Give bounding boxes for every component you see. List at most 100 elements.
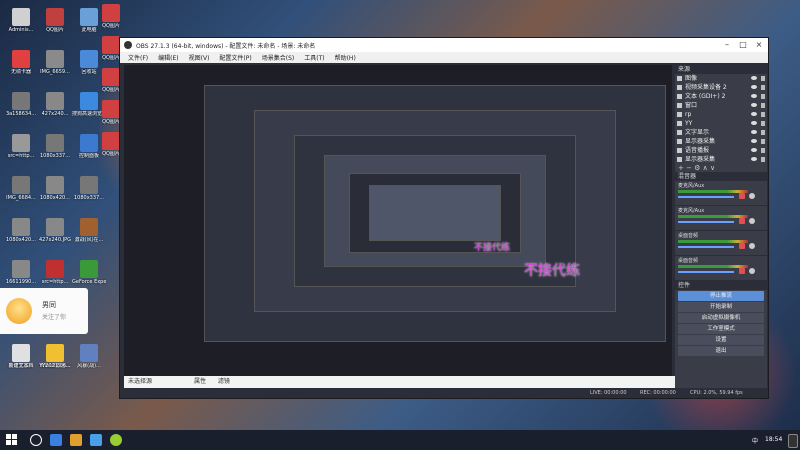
task-view-icon[interactable] — [50, 434, 62, 446]
desktop-icon[interactable]: 风暴(战)... — [72, 344, 106, 369]
controls-list: 停止推流 开始录制 启动虚拟摄像机 工作室模式 设置 退出 — [675, 291, 767, 356]
source-item[interactable]: 窗口 — [675, 101, 767, 110]
control-button[interactable]: 工作室模式 — [678, 324, 764, 334]
source-item[interactable]: rp — [675, 110, 767, 119]
gear-icon[interactable] — [749, 218, 755, 224]
properties-button[interactable]: 属性 — [194, 378, 206, 385]
desktop-icon[interactable]: 1080x337... — [72, 176, 106, 201]
lock-icon[interactable] — [761, 139, 765, 144]
desktop-icon[interactable]: QQ图片 — [94, 4, 128, 29]
mixer-channel: 麦克风/Aux — [675, 206, 767, 231]
control-button[interactable]: 退出 — [678, 346, 764, 356]
close-icon[interactable]: × — [752, 40, 766, 50]
volume-slider[interactable] — [678, 271, 734, 273]
control-button[interactable]: 停止推流 — [678, 291, 764, 301]
eye-icon[interactable] — [751, 148, 757, 152]
lock-icon[interactable] — [761, 148, 765, 153]
eye-icon[interactable] — [751, 85, 757, 89]
gear-icon[interactable] — [749, 243, 755, 249]
desktop-icon[interactable]: Adminis... — [4, 8, 38, 33]
control-button[interactable]: 设置 — [678, 335, 764, 345]
eye-icon[interactable] — [751, 130, 757, 134]
speaker-icon[interactable] — [739, 218, 745, 224]
search-icon[interactable] — [30, 434, 42, 446]
desktop-icon[interactable]: 无绩卡器 — [4, 50, 38, 75]
eye-icon[interactable] — [751, 139, 757, 143]
desktop-icon[interactable]: 3a158634... — [4, 92, 38, 117]
desktop-icon[interactable]: YY2021.06... — [38, 344, 72, 369]
menu-item[interactable]: 文件(F) — [128, 53, 148, 62]
desktop-icon[interactable]: GeForce Experience — [72, 260, 106, 285]
desktop-icon[interactable]: IMG_6659... — [38, 50, 72, 75]
eye-icon[interactable] — [751, 157, 757, 161]
menu-item[interactable]: 视图(V) — [189, 53, 210, 62]
desktop-icon[interactable]: src=http... — [4, 134, 38, 159]
preview-canvas[interactable]: 不接代练 不接代练 — [124, 65, 672, 376]
file-explorer-icon[interactable] — [70, 434, 82, 446]
desktop-icon[interactable]: src=http... — [38, 260, 72, 285]
desktop-icon[interactable]: 16611990... — [4, 260, 38, 285]
source-item[interactable]: 显示器采集 — [675, 137, 767, 146]
speaker-icon[interactable] — [739, 243, 745, 249]
lock-icon[interactable] — [761, 121, 765, 126]
maximize-icon[interactable]: □ — [736, 40, 750, 50]
source-item[interactable]: 显示器采集 — [675, 155, 767, 164]
desktop-icon[interactable]: 1080x337... — [38, 134, 72, 159]
source-item[interactable]: 视频采集设备 2 — [675, 83, 767, 92]
lock-icon[interactable] — [761, 76, 765, 81]
controls-title: 控件 — [675, 281, 767, 290]
lock-icon[interactable] — [761, 94, 765, 99]
lock-icon[interactable] — [761, 85, 765, 90]
clock[interactable]: 18:54 — [765, 436, 782, 443]
desktop-icon[interactable]: QQ图片 — [38, 8, 72, 33]
lock-icon[interactable] — [761, 157, 765, 162]
source-item[interactable]: 图像 — [675, 74, 767, 83]
window-title: OBS 27.1.3 (64-bit, windows) - 配置文件: 未命名… — [136, 43, 316, 50]
menu-item[interactable]: 配置文件(P) — [219, 53, 251, 62]
source-item[interactable]: YY — [675, 119, 767, 128]
desktop-icon-image — [12, 134, 30, 152]
minimize-icon[interactable]: – — [720, 40, 734, 50]
desktop-icon[interactable]: 427x240.JPG — [38, 218, 72, 243]
volume-slider[interactable] — [678, 196, 734, 198]
menu-item[interactable]: 编辑(E) — [158, 53, 178, 62]
windows-start-icon[interactable] — [6, 434, 18, 446]
control-button[interactable]: 启动虚拟摄像机 — [678, 313, 764, 323]
menu-item[interactable]: 场景集合(S) — [262, 53, 295, 62]
eye-icon[interactable] — [751, 76, 757, 80]
filters-button[interactable]: 滤镜 — [218, 378, 230, 385]
source-item[interactable]: 语音播报 — [675, 146, 767, 155]
eye-icon[interactable] — [751, 103, 757, 107]
obs-window[interactable]: OBS 27.1.3 (64-bit, windows) - 配置文件: 未命名… — [119, 37, 769, 399]
source-item[interactable]: 文字显示 — [675, 128, 767, 137]
notification-center-icon[interactable] — [788, 434, 798, 448]
control-button[interactable]: 开始录制 — [678, 302, 764, 312]
sources-toolbar[interactable]: + − ⚙ ∧ ∨ — [675, 164, 767, 172]
speaker-icon[interactable] — [739, 193, 745, 199]
gear-icon[interactable] — [749, 193, 755, 199]
desktop-icon[interactable]: 1080x420... — [38, 176, 72, 201]
browser-icon[interactable] — [90, 434, 102, 446]
menu-item[interactable]: 工具(T) — [304, 53, 324, 62]
volume-slider[interactable] — [678, 221, 734, 223]
desktop-icon[interactable]: IMG_6684... — [4, 176, 38, 201]
desktop-icon[interactable]: 1080x420... — [4, 218, 38, 243]
gear-icon[interactable] — [749, 268, 755, 274]
desktop-icon[interactable]: 427x240... — [38, 92, 72, 117]
eye-icon[interactable] — [751, 94, 757, 98]
source-item[interactable]: 文本 (GDI+) 2 — [675, 92, 767, 101]
lock-icon[interactable] — [761, 112, 765, 117]
eye-icon[interactable] — [751, 121, 757, 125]
desktop-icon-image — [12, 344, 30, 362]
wechat-icon[interactable] — [110, 434, 122, 446]
desktop-icon[interactable]: 激战(风)在... — [72, 218, 106, 243]
qq-notification[interactable]: 男同 关注了你 — [0, 288, 88, 334]
lock-icon[interactable] — [761, 130, 765, 135]
volume-slider[interactable] — [678, 246, 734, 248]
speaker-icon[interactable] — [739, 268, 745, 274]
desktop-icon[interactable]: 新建文本档 — [4, 344, 38, 369]
lock-icon[interactable] — [761, 103, 765, 108]
ime-indicator[interactable]: 中 — [752, 436, 758, 445]
menu-item[interactable]: 帮助(H) — [335, 53, 356, 62]
eye-icon[interactable] — [751, 112, 757, 116]
